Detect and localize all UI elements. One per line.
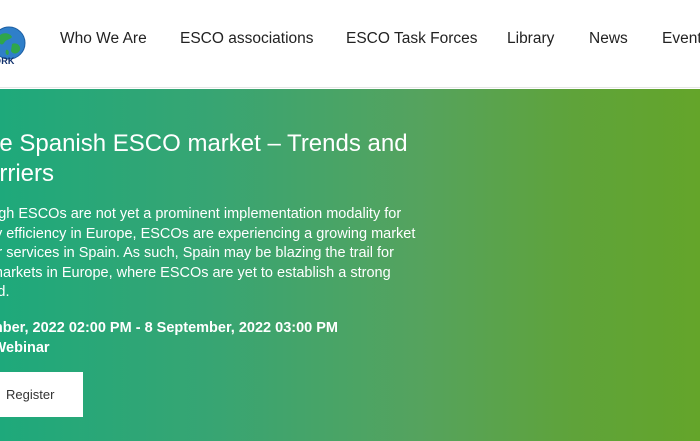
event-description-line: their services in Spain. As such, Spain …: [0, 245, 394, 261]
event-description-line: ergy efficiency in Europe, ESCOs are exp…: [0, 225, 416, 242]
event-platform: ToWebinar: [0, 340, 50, 356]
logo-text: ORK: [0, 56, 15, 66]
nav-who-we-are[interactable]: Who We Are: [60, 30, 147, 48]
site-header: ORK Who We Are ESCO associations ESCO Ta…: [0, 0, 700, 88]
nav-esco-associations[interactable]: ESCO associations: [180, 30, 314, 48]
nav-library[interactable]: Library: [507, 30, 554, 48]
nav-esco-task-forces[interactable]: ESCO Task Forces: [346, 30, 478, 48]
event-datetime: eptember, 2022 02:00 PM - 8 September, 2…: [0, 320, 339, 336]
event-title-line-1: he Spanish ESCO market – Trends and: [0, 130, 408, 157]
event-title-line-2: arriers: [0, 160, 55, 187]
event-hero: he Spanish ESCO market – Trends and arri…: [0, 89, 700, 441]
main-nav: Who We Are ESCO associations ESCO Task F…: [0, 30, 700, 50]
register-button[interactable]: Register: [0, 372, 83, 417]
nav-news[interactable]: News: [589, 30, 628, 48]
event-description-line: er markets in Europe, where ESCOs are ye…: [0, 264, 391, 281]
event-description-line: hough ESCOs are not yet a prominent impl…: [0, 206, 402, 222]
event-description: hough ESCOs are not yet a prominent impl…: [0, 205, 469, 303]
event-title: he Spanish ESCO market – Trends and arri…: [0, 129, 446, 189]
event-description-line: thold.: [0, 284, 10, 300]
nav-events[interactable]: Event: [662, 30, 700, 48]
